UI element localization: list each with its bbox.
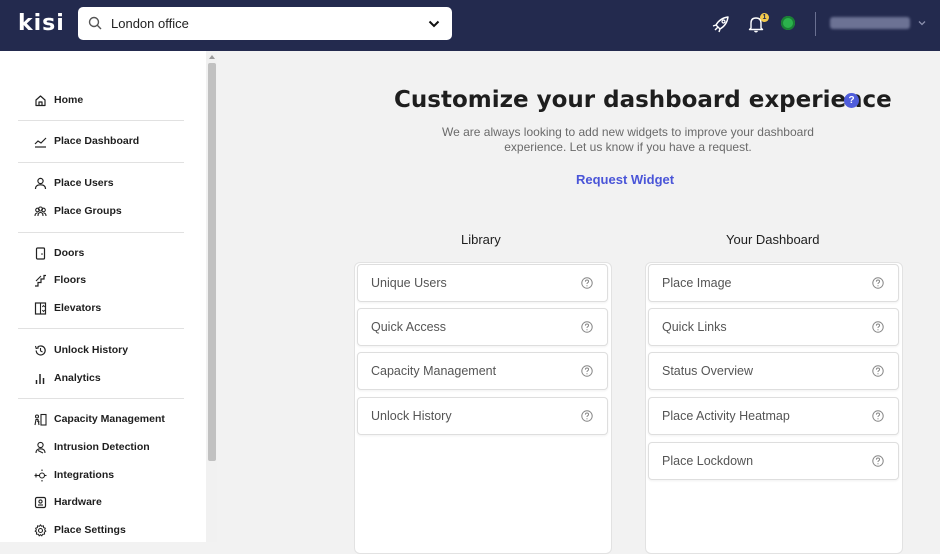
dashboard-widget-place-activity-heatmap[interactable]: Place Activity Heatmap	[648, 397, 899, 435]
topbar-divider	[815, 12, 816, 36]
sidebar-item-elevators[interactable]: Elevators	[34, 298, 101, 318]
question-circle-icon[interactable]	[872, 321, 884, 333]
sidebar-item-hardware[interactable]: Hardware	[34, 492, 102, 512]
search-icon	[88, 16, 102, 30]
history-icon	[34, 344, 46, 356]
hardware-icon	[34, 496, 47, 508]
sidebar: Home Place Dashboard Place Users Place G…	[0, 51, 206, 542]
sidebar-item-label: Floors	[54, 274, 87, 286]
sidebar-item-label: Unlock History	[54, 344, 129, 356]
elevator-icon	[34, 301, 47, 315]
dashboard-widget-quick-links[interactable]: Quick Links	[648, 308, 899, 346]
question-circle-icon[interactable]	[872, 277, 884, 289]
rocket-icon[interactable]	[711, 14, 731, 34]
question-circle-icon[interactable]	[581, 321, 593, 333]
sidebar-item-analytics[interactable]: Analytics	[34, 368, 101, 388]
library-heading: Library	[461, 232, 501, 247]
sidebar-item-label: Hardware	[54, 496, 102, 508]
users-icon	[34, 205, 47, 216]
widget-label: Place Activity Heatmap	[662, 409, 790, 423]
request-widget-link[interactable]: Request Widget	[576, 172, 674, 187]
sidebar-item-label: Intrusion Detection	[54, 441, 150, 453]
help-icon[interactable]: ?	[844, 93, 859, 108]
dashboard-widget-status-overview[interactable]: Status Overview	[648, 352, 899, 390]
sidebar-item-capacity-management[interactable]: Capacity Management	[34, 409, 165, 429]
status-indicator	[781, 16, 795, 30]
chart-line-icon	[34, 137, 47, 148]
your-dashboard-heading: Your Dashboard	[726, 232, 820, 247]
sidebar-scrollbar-thumb[interactable]	[208, 63, 216, 461]
sidebar-divider	[18, 232, 184, 233]
sidebar-divider	[18, 162, 184, 163]
library-widget-capacity-management[interactable]: Capacity Management	[357, 352, 608, 390]
sidebar-item-intrusion-detection[interactable]: Intrusion Detection	[34, 437, 150, 457]
home-icon	[35, 94, 46, 106]
sidebar-divider	[18, 328, 184, 329]
widget-label: Place Lockdown	[662, 454, 754, 468]
widget-label: Status Overview	[662, 364, 754, 378]
user-email-redacted[interactable]	[830, 17, 910, 29]
dashboard-widget-place-image[interactable]: Place Image	[648, 264, 899, 302]
place-selector[interactable]: London office	[78, 7, 452, 40]
notification-badge: 1	[760, 13, 769, 22]
widget-label: Quick Access	[371, 320, 447, 334]
library-widget-unlock-history[interactable]: Unlock History	[357, 397, 608, 435]
sidebar-item-label: Elevators	[54, 302, 102, 314]
sidebar-item-home[interactable]: Home	[34, 90, 83, 110]
library-widget-quick-access[interactable]: Quick Access	[357, 308, 608, 346]
intrusion-icon	[35, 441, 46, 453]
sidebar-item-place-dashboard[interactable]: Place Dashboard	[34, 131, 139, 151]
integrations-icon	[34, 469, 47, 481]
library-widget-unique-users[interactable]: Unique Users	[357, 264, 608, 302]
capacity-icon	[34, 413, 47, 426]
widget-label: Place Image	[662, 276, 732, 290]
sidebar-item-label: Capacity Management	[54, 413, 165, 425]
gear-icon	[34, 523, 47, 536]
sidebar-divider	[18, 120, 184, 121]
sidebar-item-label: Integrations	[54, 469, 115, 481]
question-circle-icon[interactable]	[581, 277, 593, 289]
chevron-down-icon[interactable]	[428, 18, 440, 30]
sidebar-item-label: Home	[54, 94, 84, 106]
page-title: Customize your dashboard experience	[394, 87, 892, 113]
sidebar-item-label: Place Groups	[54, 205, 122, 217]
page-subtitle: We are always looking to add new widgets…	[442, 125, 814, 154]
sidebar-item-label: Place Dashboard	[54, 135, 140, 147]
widget-label: Unique Users	[371, 276, 447, 290]
bar-chart-icon	[35, 373, 45, 384]
sidebar-item-floors[interactable]: Floors	[34, 270, 86, 290]
sidebar-item-place-groups[interactable]: Place Groups	[34, 201, 122, 221]
top-bar: kisi London office 1	[0, 0, 940, 51]
sidebar-item-label: Place Users	[54, 177, 114, 189]
question-circle-icon[interactable]	[872, 410, 884, 422]
sidebar-item-integrations[interactable]: Integrations	[34, 465, 114, 485]
sidebar-item-doors[interactable]: Doors	[34, 243, 84, 263]
widget-label: Unlock History	[371, 409, 452, 423]
scroll-up-arrow-icon[interactable]	[208, 54, 216, 60]
sidebar-item-unlock-history[interactable]: Unlock History	[34, 340, 128, 360]
sidebar-item-place-settings[interactable]: Place Settings	[34, 520, 126, 540]
door-icon	[35, 246, 46, 260]
question-circle-icon[interactable]	[581, 410, 593, 422]
place-selector-value: London office	[111, 16, 189, 31]
sidebar-item-label: Doors	[54, 247, 85, 259]
kisi-logo[interactable]: kisi	[18, 11, 65, 36]
question-circle-icon[interactable]	[872, 365, 884, 377]
widget-label: Capacity Management	[371, 364, 497, 378]
user-icon	[34, 177, 47, 189]
question-circle-icon[interactable]	[872, 455, 884, 467]
chevron-down-icon[interactable]	[918, 19, 926, 27]
stairs-icon	[35, 274, 46, 287]
widget-label: Quick Links	[662, 320, 727, 334]
sidebar-divider	[18, 398, 184, 399]
question-circle-icon[interactable]	[581, 365, 593, 377]
sidebar-item-label: Place Settings	[54, 524, 126, 536]
sidebar-item-label: Analytics	[54, 372, 101, 384]
dashboard-widget-place-lockdown[interactable]: Place Lockdown	[648, 442, 899, 480]
sidebar-item-place-users[interactable]: Place Users	[34, 173, 114, 193]
